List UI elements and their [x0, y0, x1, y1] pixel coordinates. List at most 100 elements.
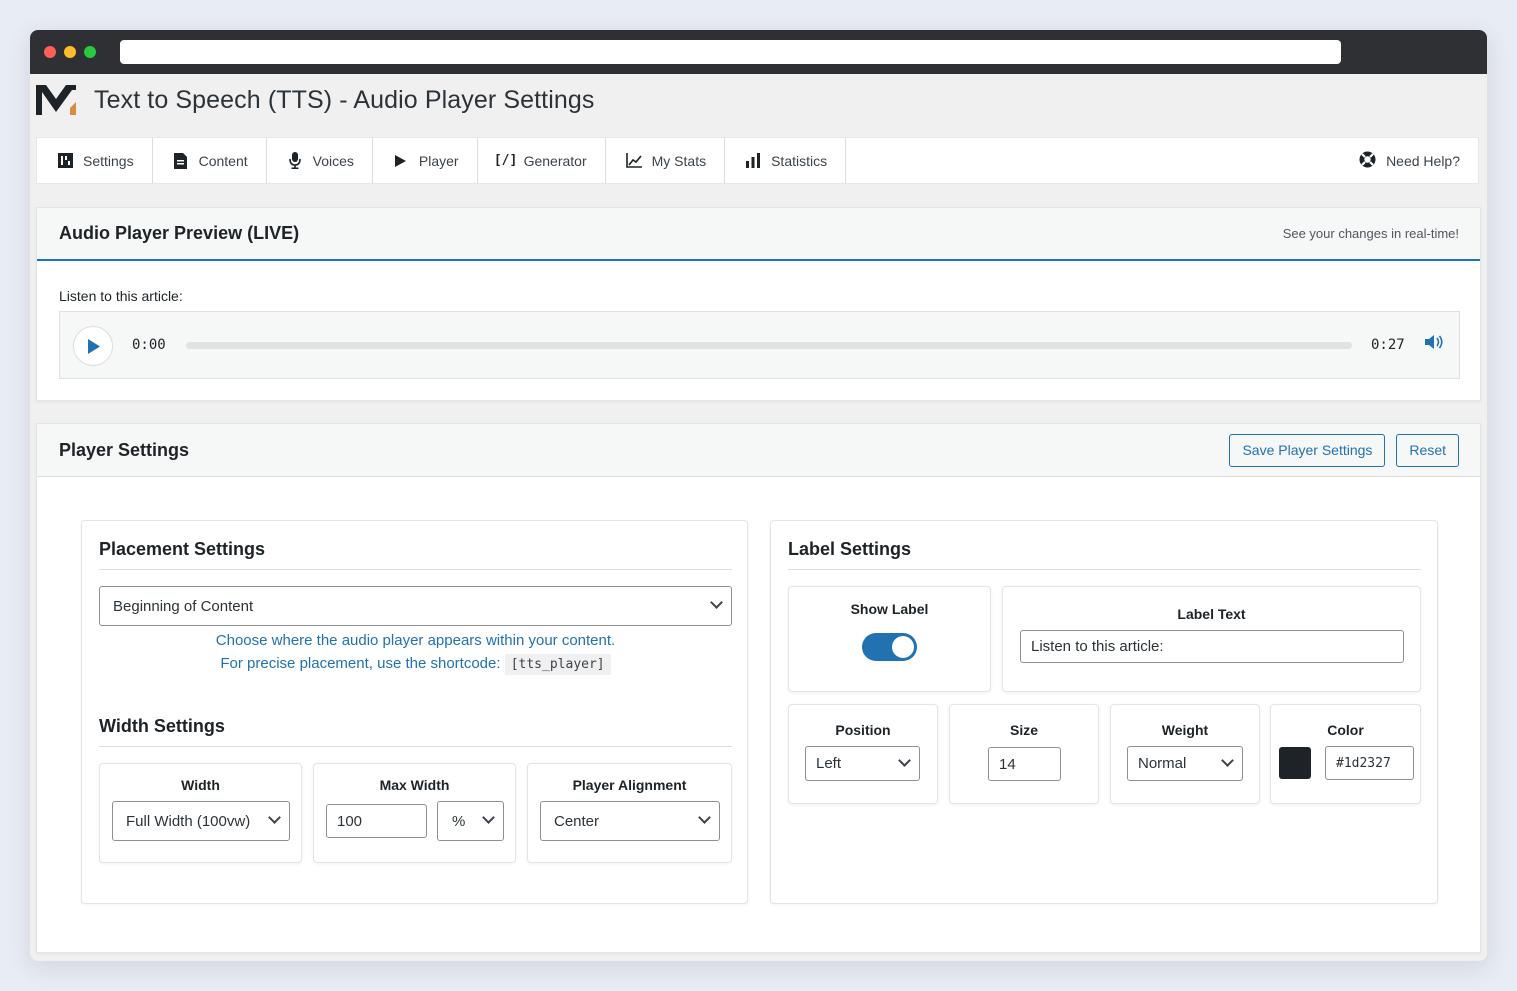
- tab-my-stats[interactable]: My Stats: [606, 138, 726, 183]
- tab-label: Settings: [83, 152, 134, 169]
- placement-panel: Placement Settings Beginning of Content …: [81, 520, 748, 904]
- tab-label: My Stats: [651, 152, 707, 169]
- tab-label: Player: [418, 152, 459, 169]
- width-box: Width Full Width (100vw): [99, 763, 302, 863]
- maximize-window-dot[interactable]: [84, 46, 96, 58]
- preview-header: Audio Player Preview (LIVE) See your cha…: [37, 208, 1480, 261]
- duration-time: 0:27: [1371, 337, 1405, 353]
- player-alignment-select[interactable]: Center: [540, 801, 720, 841]
- play-icon: [87, 338, 100, 354]
- placement-help-1: Choose where the audio player appears wi…: [215, 632, 616, 649]
- minimize-window-dot[interactable]: [64, 46, 76, 58]
- show-label-label: Show Label: [850, 601, 929, 617]
- color-label: Color: [1327, 722, 1364, 738]
- need-help-label: Need Help?: [1386, 152, 1460, 169]
- audio-player: 0:00 0:27: [59, 311, 1460, 379]
- play-button[interactable]: [73, 326, 113, 366]
- max-width-label: Max Width: [379, 777, 450, 793]
- size-input[interactable]: [988, 747, 1061, 781]
- tab-label: Voices: [312, 152, 354, 169]
- label-settings-panel: Label Settings Show Label Label Text Pos…: [770, 520, 1438, 904]
- tab-label: Statistics: [771, 152, 828, 169]
- tab-label: Content: [198, 152, 248, 169]
- tab-label: Generator: [523, 152, 587, 169]
- chevron-down-icon: [482, 811, 495, 824]
- divider: [788, 569, 1421, 570]
- preview-title: Audio Player Preview (LIVE): [59, 223, 300, 243]
- tab-content[interactable]: Content: [153, 138, 267, 183]
- placement-select[interactable]: Beginning of Content: [99, 586, 732, 626]
- max-width-unit-select[interactable]: %: [437, 801, 504, 841]
- tab-statistics[interactable]: Statistics: [725, 138, 847, 183]
- reset-button[interactable]: Reset: [1396, 433, 1459, 467]
- chart-line-icon: [625, 153, 642, 168]
- lifebuoy-icon: [1359, 151, 1376, 171]
- tab-player[interactable]: Player: [373, 138, 478, 183]
- save-player-settings-button[interactable]: Save Player Settings: [1229, 433, 1386, 467]
- code-icon: [/]: [493, 153, 518, 168]
- label-text-input[interactable]: [1020, 630, 1404, 663]
- shortcode: [tts_player]: [504, 654, 611, 675]
- max-width-box: Max Width %: [313, 763, 516, 863]
- tab-settings[interactable]: Settings: [37, 138, 153, 183]
- color-box: Color: [1270, 704, 1421, 804]
- play-icon: [393, 154, 409, 167]
- settings-icon: [57, 153, 73, 168]
- bar-chart-icon: [745, 153, 761, 168]
- show-label-box: Show Label: [788, 586, 991, 692]
- page-title: Text to Speech (TTS) - Audio Player Sett…: [94, 85, 595, 114]
- weight-select[interactable]: Normal: [1127, 746, 1243, 781]
- player-alignment-box: Player Alignment Center: [527, 763, 732, 863]
- settings-header: Player Settings Save Player Settings Res…: [37, 424, 1480, 477]
- preview-subtitle: See your changes in real-time!: [1282, 226, 1459, 241]
- weight-label: Weight: [1161, 722, 1209, 738]
- current-time: 0:00: [132, 337, 166, 353]
- placement-help-text: For precise placement, use the shortcode…: [220, 655, 501, 672]
- player-settings-card: Player Settings Save Player Settings Res…: [36, 423, 1481, 953]
- tab-generator[interactable]: [/] Generator: [478, 138, 606, 183]
- color-input[interactable]: [1325, 746, 1414, 780]
- max-width-input[interactable]: [326, 804, 427, 838]
- divider: [99, 569, 732, 570]
- position-select[interactable]: Left: [805, 746, 920, 781]
- window-titlebar: [30, 30, 1487, 74]
- tab-voices[interactable]: Voices: [267, 138, 373, 183]
- label-text-label: Label Text: [1177, 606, 1246, 622]
- chevron-down-icon: [898, 754, 911, 767]
- chevron-down-icon: [710, 596, 723, 609]
- volume-icon[interactable]: [1425, 334, 1445, 355]
- size-box: Size: [949, 704, 1099, 804]
- width-settings-title: Width Settings: [99, 716, 225, 736]
- max-width-unit: %: [452, 812, 466, 830]
- width-label: Width: [181, 777, 220, 793]
- size-label: Size: [1009, 722, 1038, 738]
- position-selected: Left: [816, 755, 842, 772]
- placement-selected: Beginning of Content: [113, 597, 254, 615]
- placement-settings-title: Placement Settings: [99, 539, 266, 559]
- close-window-dot[interactable]: [44, 46, 56, 58]
- chevron-down-icon: [1221, 754, 1234, 767]
- divider: [99, 746, 732, 747]
- placement-help-2: For precise placement, use the shortcode…: [82, 654, 749, 675]
- chevron-down-icon: [268, 811, 281, 824]
- player-alignment-selected: Center: [554, 812, 600, 830]
- player-alignment-label: Player Alignment: [572, 777, 687, 793]
- weight-box: Weight Normal: [1110, 704, 1260, 804]
- browser-window: Text to Speech (TTS) - Audio Player Sett…: [30, 30, 1487, 961]
- app-header: Text to Speech (TTS) - Audio Player Sett…: [34, 80, 594, 120]
- label-text-box: Label Text: [1002, 586, 1421, 692]
- progress-bar[interactable]: [186, 342, 1352, 349]
- chevron-down-icon: [698, 811, 711, 824]
- main-nav: Settings Content Voices Player [/] Gener…: [36, 137, 1479, 184]
- label-settings-title: Label Settings: [788, 539, 912, 559]
- width-select[interactable]: Full Width (100vw): [112, 801, 290, 841]
- microphone-icon: [287, 152, 303, 169]
- color-swatch[interactable]: [1279, 747, 1311, 779]
- m-logo-icon: [36, 85, 76, 115]
- document-icon: [173, 152, 189, 169]
- toggle-knob: [892, 636, 914, 658]
- position-box: Position Left: [788, 704, 938, 804]
- address-bar[interactable]: [120, 40, 1341, 64]
- show-label-toggle[interactable]: [862, 633, 917, 661]
- need-help-link[interactable]: Need Help?: [1341, 138, 1478, 183]
